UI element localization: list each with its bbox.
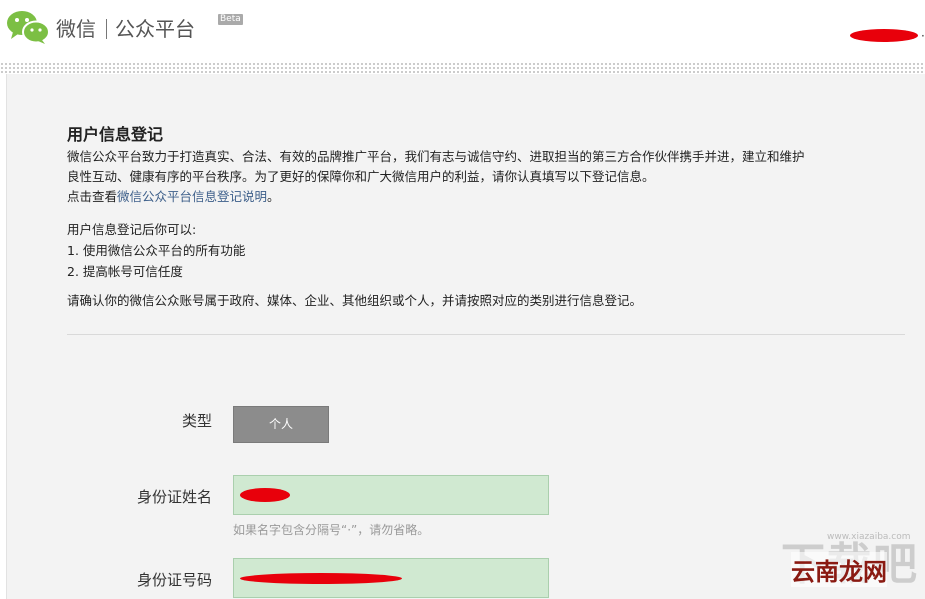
- brand-platform: 公众平台: [115, 17, 195, 41]
- id-name-input[interactable]: [233, 475, 549, 515]
- brand-title[interactable]: 微信 公众平台: [56, 13, 195, 42]
- type-personal-button[interactable]: 个人: [233, 406, 329, 443]
- benefits-list: 用户信息登记后你可以: 1. 使用微信公众平台的所有功能 2. 提高帐号可信任度: [67, 219, 245, 282]
- benefit-item-2: 2. 提高帐号可信任度: [67, 264, 183, 279]
- account-suffix: ·: [921, 29, 925, 43]
- name-hint: 如果名字包含分隔号“·”，请勿省略。: [233, 523, 430, 537]
- brand-separator: [106, 19, 107, 39]
- intro-line-3-suffix: 。: [267, 189, 280, 204]
- intro-line-3-prefix: 点击查看: [67, 189, 118, 204]
- intro-line-3: 点击查看微信公众平台信息登记说明。: [67, 187, 917, 207]
- type-label: 类型: [181, 412, 212, 430]
- wechat-logo-icon[interactable]: [6, 9, 50, 45]
- page-title: 用户信息登记: [67, 125, 164, 144]
- intro-text: 微信公众平台致力于打造真实、合法、有效的品牌推广平台，我们有志与诚信守约、进取担…: [67, 147, 917, 207]
- name-label: 身份证姓名: [136, 488, 212, 506]
- id-number-input[interactable]: [233, 558, 549, 598]
- account-name-redacted[interactable]: [850, 29, 918, 42]
- intro-line-1: 微信公众平台致力于打造真实、合法、有效的品牌推广平台，我们有志与诚信守约、进取担…: [67, 149, 805, 164]
- site-watermark: 下载吧 www.xiazaiba.com 云南龙网: [781, 528, 919, 590]
- watermark-main-text: 云南龙网: [791, 552, 887, 587]
- id-number-value-redacted: [240, 573, 402, 584]
- section-divider: [67, 334, 905, 335]
- intro-line-2: 良性互动、健康有序的平台秩序。为了更好的保障你和广大微信用户的利益，请你认真填写…: [67, 169, 655, 184]
- benefit-item-1: 1. 使用微信公众平台的所有功能: [67, 243, 246, 258]
- benefits-heading: 用户信息登记后你可以:: [67, 222, 197, 237]
- watermark-url: www.xiazaiba.com: [827, 532, 911, 542]
- registration-info-link[interactable]: 微信公众平台信息登记说明: [117, 189, 267, 204]
- confirm-text: 请确认你的微信公众账号属于政府、媒体、企业、其他组织或个人，并请按照对应的类别进…: [67, 293, 643, 308]
- top-header: 微信 公众平台 Beta ·: [0, 0, 925, 55]
- beta-badge: Beta: [218, 14, 243, 25]
- id-number-label: 身份证号码: [136, 571, 212, 589]
- main-panel: 用户信息登记 微信公众平台致力于打造真实、合法、有效的品牌推广平台，我们有志与诚…: [6, 74, 925, 599]
- name-value-redacted: [240, 488, 290, 502]
- header-divider: [0, 62, 925, 74]
- brand-wechat: 微信: [56, 17, 96, 41]
